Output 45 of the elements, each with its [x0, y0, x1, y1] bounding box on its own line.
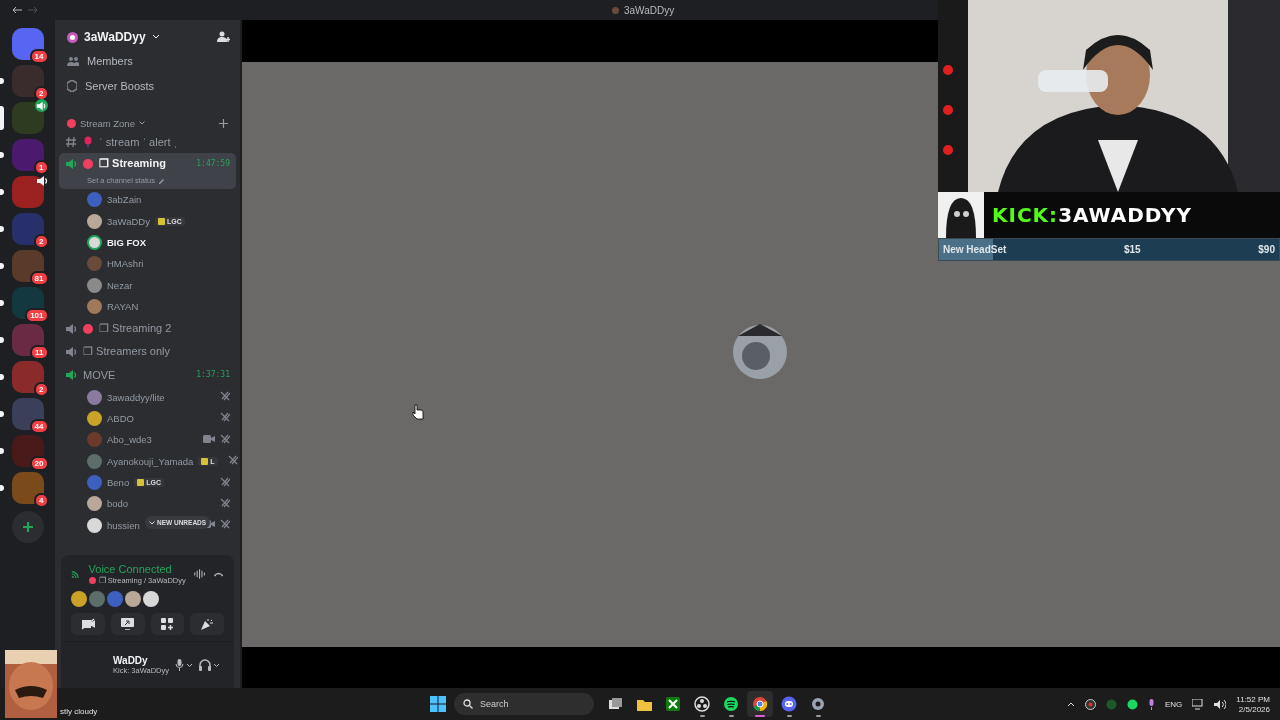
text-channel[interactable]: ˈ stream ˈ alert ˌ	[59, 130, 236, 153]
clock-time[interactable]: 11:52 PM	[1236, 694, 1270, 704]
mention-badge: 44	[29, 419, 49, 434]
member-name[interactable]: HMAshri	[107, 258, 144, 270]
mention-badge: 81	[29, 271, 49, 286]
mention-badge: 2	[34, 86, 49, 101]
member-name[interactable]: 3abZain	[107, 194, 142, 206]
member-name[interactable]: ABDO	[107, 412, 134, 424]
weather-text[interactable]: stly cloudy	[60, 707, 430, 720]
search-field[interactable]: Search	[454, 693, 594, 715]
window-title: 3aWaDDyy	[624, 4, 675, 16]
server-name[interactable]: 3aWaDDyy	[84, 30, 146, 44]
mention-badge: 101	[25, 308, 49, 323]
member-name[interactable]: 3aWaDDy	[107, 215, 150, 227]
voice-status[interactable]: Voice Connected	[88, 563, 186, 575]
mention-badge: 11	[30, 345, 49, 360]
user-name: WaDDy	[113, 655, 149, 666]
language-indicator[interactable]: ENG	[1165, 699, 1183, 709]
voice-channel[interactable]: ❐ Streaming 2	[59, 317, 236, 341]
member-name[interactable]: RAYAN	[107, 301, 139, 313]
menu-item[interactable]: Server Boosts	[59, 73, 236, 98]
category-name[interactable]: Stream Zone	[80, 117, 135, 129]
goal-label: New HeadSet	[943, 244, 1007, 255]
mention-badge: 4	[34, 493, 49, 508]
mention-badge: 20	[29, 456, 49, 471]
member-name[interactable]: bodo	[107, 498, 129, 510]
brand-text: KICK:	[992, 203, 1059, 227]
mention-badge: 14	[29, 49, 49, 64]
mention-badge: 2	[34, 234, 49, 249]
member-name[interactable]: BIG FOX	[107, 236, 147, 248]
voice-channel[interactable]: ❐ Streamers only	[59, 340, 236, 364]
member-name[interactable]: Abo_wde3	[107, 434, 152, 446]
goal-target: $90	[1258, 244, 1275, 255]
goal-current: $15	[1124, 244, 1141, 255]
member-name[interactable]: hussien	[107, 519, 140, 531]
member-name[interactable]: Ayanokouji_Yamada	[107, 455, 194, 467]
member-name[interactable]: 3awaddyy/lite	[107, 391, 165, 403]
member-name[interactable]: Beno	[107, 477, 130, 489]
menu-item[interactable]: Members	[59, 48, 236, 73]
mention-badge: 2	[34, 382, 49, 397]
mention-badge: 1	[34, 160, 49, 175]
clock-date[interactable]: 2/5/2026	[1238, 704, 1270, 714]
channel-name: 3AWADDYY	[1058, 203, 1192, 227]
member-name[interactable]: Nezar	[107, 279, 133, 291]
voice-channel[interactable]: MOVE 1:37:31	[59, 363, 236, 387]
